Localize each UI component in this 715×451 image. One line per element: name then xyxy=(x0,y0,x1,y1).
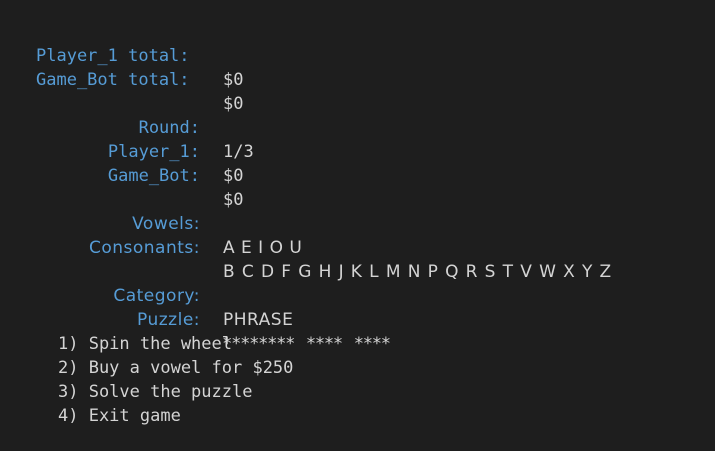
vowels-row: Vowels: A E I O U xyxy=(0,188,715,258)
player1-total-row: Player_1 total: $0 xyxy=(0,20,715,90)
consonants-row: Consonants: B C D F G H J K L M N P Q R … xyxy=(0,212,715,282)
puzzle-row: Puzzle: ******** **** **** xyxy=(0,284,715,354)
puzzle-label: Puzzle: xyxy=(137,310,200,330)
bot-total-row: Game_Bot total: $0 xyxy=(0,44,715,114)
vowels-value: A E I O U xyxy=(223,238,303,258)
puzzle-value: ******** **** **** xyxy=(223,334,391,354)
terminal-output: Player_1 total: $0 Game_Bot total: $0 Ro… xyxy=(0,0,715,451)
category-value: PHRASE xyxy=(223,310,294,330)
round-player1-row: Player_1: $0 xyxy=(0,116,715,186)
round-bot-label: Game_Bot: xyxy=(107,166,200,186)
bot-total-label: Game_Bot total: xyxy=(36,70,190,90)
menu-option-spin: 1) Spin the wheel xyxy=(58,334,232,354)
player1-total-value: $0 xyxy=(223,70,244,90)
round-bot-row: Game_Bot: $0 xyxy=(0,140,715,210)
round-player1-value: $0 xyxy=(223,166,244,186)
menu-option-exit: 4) Exit game xyxy=(58,406,181,426)
menu-option-solve: 3) Solve the puzzle xyxy=(58,382,253,402)
category-row: Category: PHRASE xyxy=(0,260,715,330)
round-row: Round: 1/3 xyxy=(0,92,715,162)
consonants-label: Consonants: xyxy=(88,238,200,258)
menu-option-buy-vowel: 2) Buy a vowel for $250 xyxy=(58,358,294,378)
